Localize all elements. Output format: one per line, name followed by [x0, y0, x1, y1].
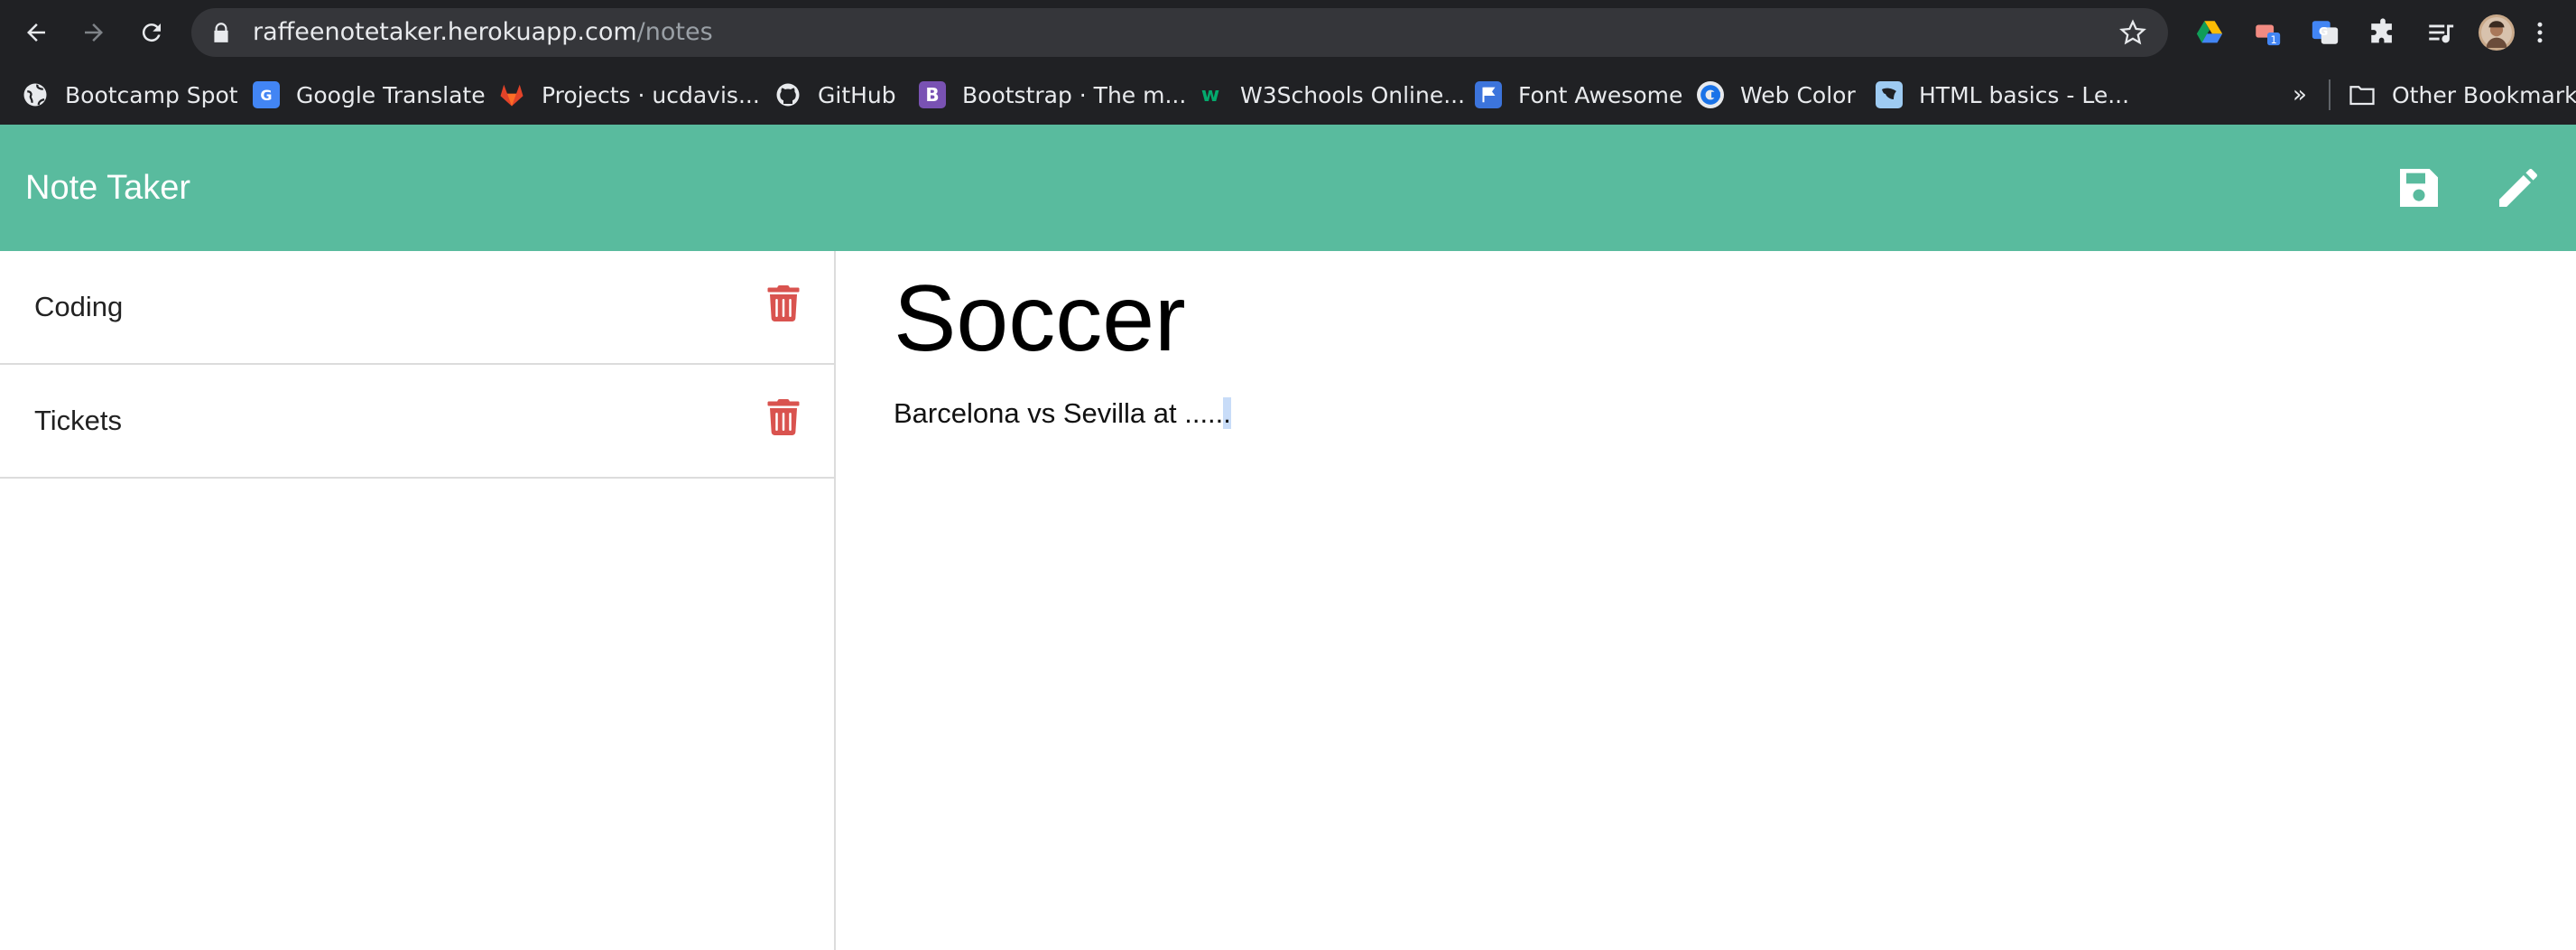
bookmark-web-color[interactable]: Web Color — [1697, 65, 1856, 125]
bookmark-label: Google Translate — [296, 81, 486, 108]
list-item[interactable]: Tickets — [0, 365, 834, 479]
bookmark-label: Bootstrap · The m... — [962, 81, 1187, 108]
bookmark-label: HTML basics - Le... — [1919, 81, 2130, 108]
bookmark-label: Font Awesome — [1518, 81, 1683, 108]
bookmarks-overflow-button[interactable]: » — [2293, 65, 2307, 125]
share-extension-icon: 1 — [2256, 24, 2281, 46]
overflow-chevron-icon: » — [2293, 81, 2307, 108]
bookmarks-divider — [2329, 79, 2330, 110]
more-vert-icon — [2537, 22, 2543, 43]
reload-button[interactable] — [132, 13, 171, 52]
other-bookmarks-folder[interactable]: Other Bookmarks — [2349, 65, 2576, 125]
media-control-button[interactable] — [2423, 14, 2459, 51]
bookmark-label: Web Color — [1740, 81, 1856, 108]
bootstrap-icon: B — [919, 81, 946, 108]
lock-icon — [214, 23, 228, 42]
bookmark-w3schools[interactable]: w W3Schools Online... — [1197, 65, 1465, 125]
browser-menu-button[interactable] — [2527, 14, 2553, 51]
bookmark-html-basics[interactable]: HTML basics - Le... — [1876, 65, 2129, 125]
folder-icon — [2349, 81, 2376, 108]
back-button[interactable] — [16, 13, 56, 52]
globe-icon — [22, 81, 49, 108]
notes-list: Coding Tickets — [0, 251, 836, 950]
app-navbar: Note Taker — [0, 125, 2576, 251]
url-host: raffeenotetaker.herokuapp.com — [253, 18, 637, 46]
bookmark-bootcamp-spot[interactable]: Bootcamp Spot — [22, 65, 238, 125]
url-text: raffeenotetaker.herokuapp.com/notes — [253, 8, 713, 57]
google-translate-icon: G — [2312, 21, 2339, 44]
gitlab-icon — [498, 81, 525, 108]
svg-text:G: G — [2319, 25, 2328, 39]
bookmark-font-awesome[interactable]: Font Awesome — [1475, 65, 1682, 125]
extension-badge: 1 — [2270, 33, 2276, 46]
arrow-left-icon — [27, 23, 45, 42]
profile-avatar[interactable] — [2479, 14, 2515, 51]
forward-button[interactable] — [74, 13, 114, 52]
bookmark-bootstrap[interactable]: B Bootstrap · The m... — [919, 65, 1186, 125]
app-brand[interactable]: Note Taker — [25, 125, 190, 251]
google-drive-extension[interactable] — [2191, 14, 2228, 51]
bookmark-projects-ucdavis[interactable]: Projects · ucdavis... — [498, 65, 760, 125]
flag-icon — [1475, 81, 1502, 108]
note-title: Tickets — [34, 405, 123, 436]
other-bookmarks-label: Other Bookmarks — [2392, 81, 2576, 108]
puzzle-icon — [2371, 18, 2392, 43]
google-translate-extension[interactable]: G — [2307, 14, 2343, 51]
text-selection: . — [1223, 397, 1231, 430]
w3schools-icon: w — [1200, 83, 1220, 107]
mdn-icon — [1876, 81, 1903, 108]
bookmark-google-translate[interactable]: G Google Translate — [253, 65, 486, 125]
note-text: Barcelona vs Sevilla at ..... — [894, 397, 1224, 430]
google-translate-icon: G — [253, 81, 280, 108]
bookmarks-bar: Bootcamp Spot G Google Translate Project… — [0, 65, 2576, 125]
bookmark-label: W3Schools Online... — [1240, 81, 1466, 108]
note-title-input[interactable]: Soccer — [894, 251, 2518, 371]
avatar-icon — [2481, 17, 2512, 48]
pushbullet-extension[interactable]: 1 — [2249, 14, 2285, 51]
list-item[interactable]: Coding — [0, 251, 834, 365]
url-path: /notes — [636, 18, 713, 46]
browser-chrome: raffeenotetaker.herokuapp.com/notes 1 G … — [0, 0, 2576, 125]
webcolor-icon — [1697, 81, 1724, 108]
bookmark-github[interactable]: GitHub — [774, 65, 896, 125]
playlist-icon — [2429, 24, 2454, 43]
trash-icon[interactable] — [767, 399, 800, 435]
extensions-button[interactable] — [2365, 14, 2401, 51]
note-editor: Soccer Barcelona vs Sevilla at ...... — [894, 251, 2518, 430]
bookmark-label: GitHub — [818, 81, 896, 108]
bookmark-label: Bootcamp Spot — [65, 81, 238, 108]
new-note-pencil-icon[interactable] — [2493, 163, 2544, 213]
trash-icon[interactable] — [767, 285, 800, 321]
browser-toolbar: raffeenotetaker.herokuapp.com/notes 1 G — [0, 0, 2576, 65]
bookmark-label: Projects · ucdavis... — [542, 81, 760, 108]
github-icon — [774, 81, 802, 108]
reload-icon — [142, 23, 161, 42]
address-bar[interactable]: raffeenotetaker.herokuapp.com/notes — [191, 8, 2168, 57]
arrow-right-icon — [85, 23, 103, 42]
note-title: Coding — [34, 291, 124, 322]
save-note-icon[interactable] — [2394, 163, 2444, 213]
note-text-area[interactable]: Barcelona vs Sevilla at ...... — [894, 397, 2518, 430]
google-drive-icon — [2196, 21, 2223, 43]
star-icon[interactable] — [2119, 19, 2146, 46]
